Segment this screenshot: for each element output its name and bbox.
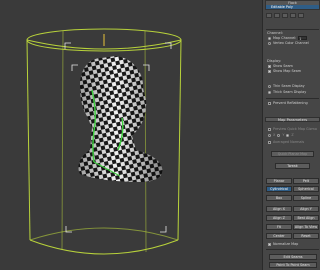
align-x-button[interactable]: Align X [266, 206, 292, 212]
normalize-map-checkbox[interactable] [268, 242, 271, 246]
thin-seam-label: Thin Seam Display [273, 84, 305, 88]
show-end-result-icon[interactable] [274, 13, 280, 18]
configure-modifier-sets-icon[interactable] [298, 13, 304, 18]
map-channel-option[interactable]: Map Channel: 1 [268, 36, 308, 41]
spline-button[interactable]: Spline [293, 195, 319, 201]
divider [266, 29, 319, 30]
best-align-button[interactable]: Best Align [293, 215, 319, 221]
stack-toolbar [265, 12, 320, 19]
divider [266, 249, 319, 250]
prevent-reflattening-label: Prevent Reflattening [273, 101, 308, 105]
fit-button[interactable]: Fit [266, 224, 292, 230]
thick-seam-radio[interactable] [268, 90, 271, 94]
axis-x-radio[interactable] [268, 133, 271, 137]
viewport[interactable] [0, 0, 262, 270]
show-map-seam-label: Show Map Seam [273, 69, 302, 73]
axis-y-label: Y [282, 133, 285, 137]
show-map-seam-checkbox[interactable] [268, 69, 271, 73]
axis-options[interactable]: X Y Z [268, 133, 294, 137]
pelt-button[interactable]: Pelt [293, 178, 319, 184]
preview-gizmo-label: Preview Quick Map Gizmo [273, 127, 317, 131]
show-map-seam-option[interactable]: Show Map Seam [268, 69, 301, 73]
align-y-button[interactable]: Align Y [293, 206, 319, 212]
map-channel-spinner[interactable]: 1 [298, 36, 308, 41]
head-model[interactable] [78, 56, 163, 182]
viewport-canvas[interactable] [0, 0, 262, 270]
align-to-view-button[interactable]: Align To View [293, 224, 319, 230]
spherical-button[interactable]: Spherical [293, 186, 319, 192]
normalize-map-option[interactable]: Normalize Map [268, 242, 298, 246]
map-channel-radio[interactable] [268, 36, 271, 40]
box-button[interactable]: Box [266, 195, 292, 201]
quick-planar-map-button[interactable]: Quick Planar Map [271, 151, 314, 157]
preview-gizmo-checkbox[interactable] [268, 127, 271, 131]
vertex-color-radio[interactable] [268, 41, 271, 45]
show-seam-option[interactable]: Show Seam [268, 64, 293, 68]
map-channel-label: Map Channel: [273, 36, 297, 40]
thin-seam-radio[interactable] [268, 84, 271, 88]
thick-seam-label: Thick Seam Display [273, 90, 307, 94]
map-parameters-rollout[interactable]: Map Parameters [265, 117, 320, 122]
show-seam-checkbox[interactable] [268, 64, 271, 68]
divider [266, 98, 319, 99]
show-seam-label: Show Seam [273, 64, 293, 68]
stack-item-editable-poly[interactable]: Editable Poly [266, 5, 319, 9]
prevent-reflattening-checkbox[interactable] [268, 101, 271, 105]
modifier-stack[interactable]: Flock Editable Poly [265, 0, 320, 10]
channel-group-title: Channel: [267, 31, 283, 35]
center-button[interactable]: Center [266, 233, 292, 239]
axis-z-radio[interactable] [286, 133, 290, 137]
axis-z-label: Z [291, 133, 294, 137]
averaged-normals-label: Averaged Normals [273, 140, 305, 144]
prevent-reflattening-option[interactable]: Prevent Reflattening [268, 101, 308, 105]
command-panel: Flock Editable Poly Channel: Map Channel… [262, 0, 320, 270]
normalize-map-label: Normalize Map [273, 242, 299, 246]
cylindrical-button[interactable]: Cylindrical [266, 186, 292, 192]
preview-gizmo-option[interactable]: Preview Quick Map Gizmo [268, 127, 317, 131]
display-group-title: Display: [267, 59, 282, 63]
averaged-normals-option[interactable]: Averaged Normals [268, 140, 304, 144]
axis-y-radio[interactable] [277, 133, 281, 137]
point-to-point-seam-button[interactable]: Point To Point Seam [269, 262, 317, 268]
reset-button[interactable]: Reset [293, 233, 319, 239]
axis-x-label: X [273, 133, 276, 137]
planar-button[interactable]: Planar [266, 178, 292, 184]
edit-seams-button[interactable]: Edit Seams [269, 254, 317, 260]
align-z-button[interactable]: Align Z [266, 215, 292, 221]
tweak-button[interactable]: Tweak [275, 163, 310, 169]
make-unique-icon[interactable] [282, 13, 288, 18]
thick-seam-option[interactable]: Thick Seam Display [268, 90, 306, 94]
pin-stack-icon[interactable] [266, 13, 272, 18]
vertex-color-option[interactable]: Vertex Color Channel [268, 41, 309, 45]
vertex-color-label: Vertex Color Channel [273, 41, 309, 45]
thin-seam-option[interactable]: Thin Seam Display [268, 84, 305, 88]
averaged-normals-checkbox[interactable] [268, 140, 271, 144]
remove-modifier-icon[interactable] [290, 13, 296, 18]
